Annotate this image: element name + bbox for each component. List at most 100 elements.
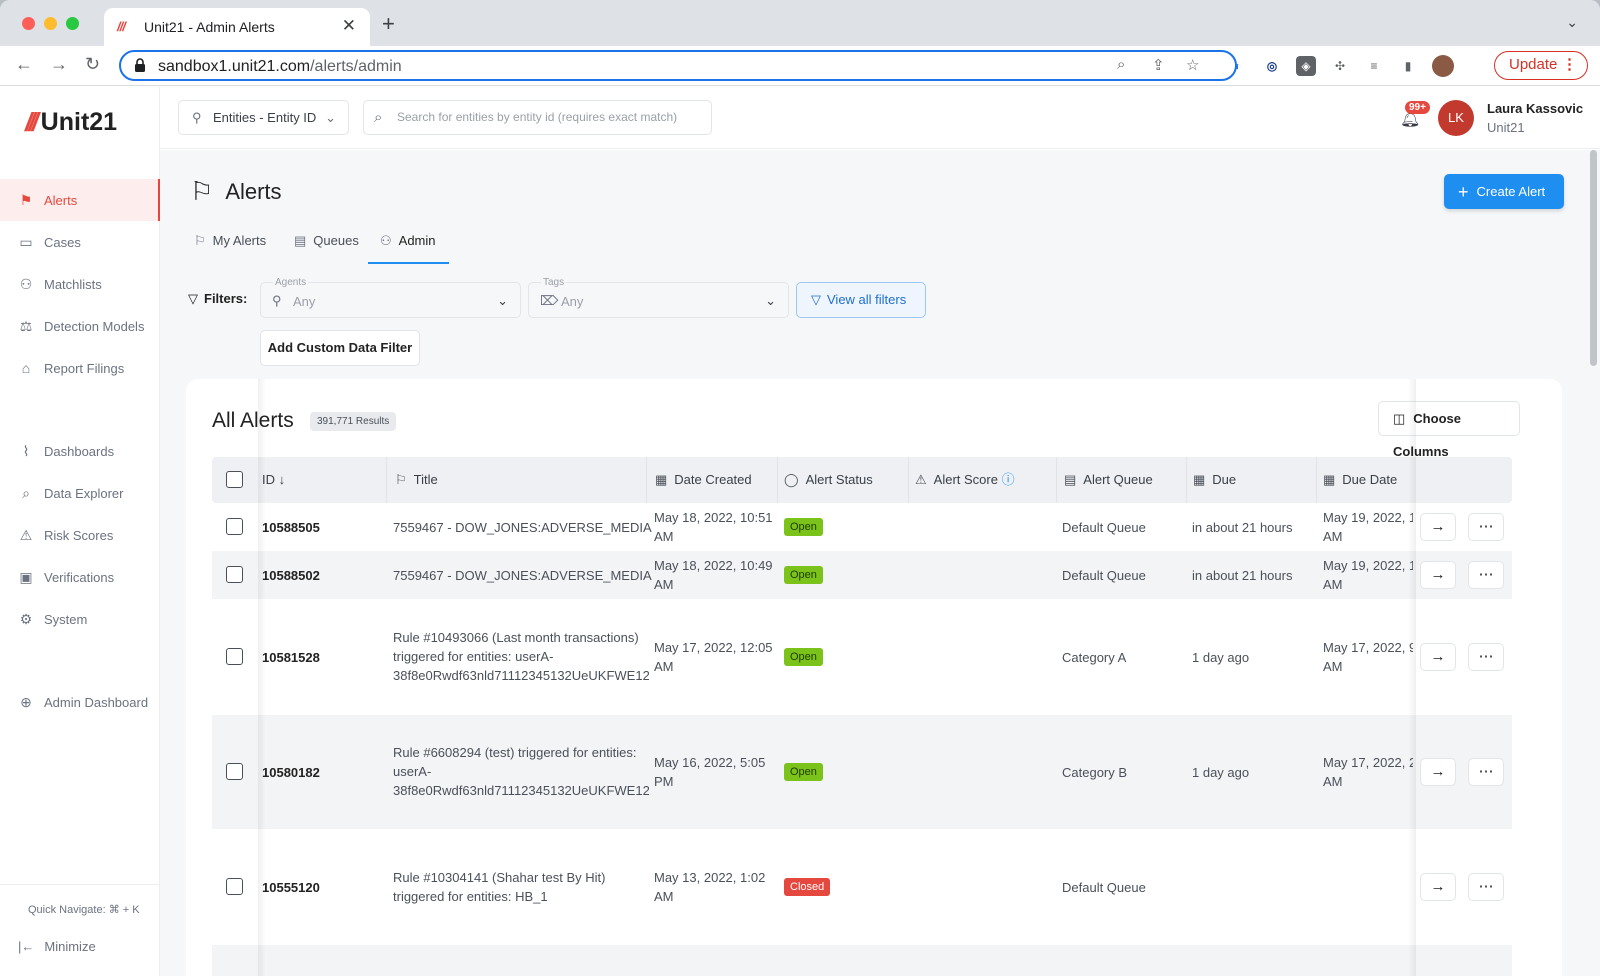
open-alert-arrow-button[interactable]: → xyxy=(1420,643,1456,671)
row-checkbox[interactable] xyxy=(226,648,243,665)
maximize-window-button[interactable] xyxy=(66,17,79,30)
create-alert-label: Create Alert xyxy=(1476,184,1546,199)
page-scrollbar[interactable] xyxy=(1586,150,1600,976)
alert-id[interactable]: 10588505 xyxy=(262,518,320,537)
alert-title[interactable]: Rule #6608294 (test) triggered for entit… xyxy=(393,743,649,800)
unit21-logo[interactable]: /// Unit21 xyxy=(25,107,117,137)
table-row[interactable] xyxy=(212,945,1512,976)
forward-arrow-icon[interactable]: → xyxy=(50,54,68,74)
sidebar-item-matchlists[interactable]: ⚇ Matchlists xyxy=(0,263,160,305)
column-header-due-date[interactable]: ▦ Due Date xyxy=(1323,457,1397,503)
column-header-alert-queue[interactable]: ▤ Alert Queue xyxy=(1064,457,1153,503)
new-tab-icon[interactable]: + xyxy=(382,13,395,35)
title-line: Rule #10493066 (Last month transactions) xyxy=(393,630,639,645)
due-date-line: AM xyxy=(1323,577,1343,592)
entity-search-input[interactable]: ⌕ Search for entities by entity id (requ… xyxy=(363,100,712,135)
due-date-line: May 19, 2022, 10: xyxy=(1323,510,1413,525)
back-arrow-icon[interactable]: ← xyxy=(15,54,33,74)
share-icon[interactable]: ⇪ xyxy=(1152,56,1165,74)
alert-queue: Default Queue xyxy=(1062,880,1146,895)
scrollbar-thumb[interactable] xyxy=(1590,150,1597,366)
sidebar-item-admin-dashboard[interactable]: ⊕ Admin Dashboard xyxy=(0,681,160,723)
gear-icon: ⚙ xyxy=(19,610,33,627)
close-window-button[interactable] xyxy=(22,17,35,30)
profile-avatar-icon[interactable] xyxy=(1432,55,1454,77)
minimize-window-button[interactable] xyxy=(44,17,57,30)
close-tab-icon[interactable]: ✕ xyxy=(342,16,356,36)
alert-id[interactable]: 10588502 xyxy=(262,566,320,585)
browser-tab[interactable]: /// Unit21 - Admin Alerts ✕ xyxy=(104,8,370,46)
zoom-icon[interactable]: ⌕ xyxy=(1117,56,1125,73)
row-checkbox[interactable] xyxy=(226,878,243,895)
add-custom-data-filter-button[interactable]: Add Custom Data Filter xyxy=(260,330,420,366)
sidebar-item-cases[interactable]: ▭ Cases xyxy=(0,221,160,263)
sort-down-icon: ↓ xyxy=(278,472,286,487)
tab-queues[interactable]: ▤ Queues xyxy=(294,226,359,264)
alert-title[interactable]: 7559467 - DOW_JONES:ADVERSE_MEDIA xyxy=(393,518,652,537)
open-alert-arrow-button[interactable]: → xyxy=(1420,758,1456,786)
alert-id[interactable]: 10581528 xyxy=(262,648,320,667)
bookmark-star-icon[interactable]: ☆ xyxy=(1186,56,1199,74)
extensions-puzzle-icon[interactable]: ✣ xyxy=(1330,56,1350,76)
column-header-alert-score[interactable]: ⚠ Alert Score ⓘ xyxy=(915,457,1015,503)
row-checkbox[interactable] xyxy=(226,763,243,780)
alert-title[interactable]: Rule #10493066 (Last month transactions)… xyxy=(393,628,649,685)
alert-title[interactable]: 7559467 - DOW_JONES:ADVERSE_MEDIA xyxy=(393,566,652,585)
column-header-title[interactable]: ⚐ Title xyxy=(395,457,438,503)
user-name: Laura Kassovic xyxy=(1487,101,1584,116)
create-alert-button[interactable]: + Create Alert xyxy=(1444,174,1564,209)
sidebar-item-report-filings[interactable]: ⌂ Report Filings xyxy=(0,347,160,389)
sidebar-item-system[interactable]: ⚙ System xyxy=(0,598,160,640)
more-actions-button[interactable]: ⋯ xyxy=(1468,643,1504,671)
circle-extension-icon[interactable]: ◎ xyxy=(1262,56,1282,76)
column-header-alert-status[interactable]: ◯ Alert Status xyxy=(784,457,873,503)
address-bar[interactable]: sandbox1.unit21.com/alerts/admin ⌕ ⇪ ☆ xyxy=(119,50,1237,81)
alert-id[interactable]: 10555120 xyxy=(262,878,320,897)
table-row[interactable]: 10580182 Rule #6608294 (test) triggered … xyxy=(212,715,1512,829)
media-control-icon[interactable]: ≡ xyxy=(1364,56,1384,76)
tab-search-chevron-icon[interactable]: ⌄ xyxy=(1566,14,1578,31)
row-checkbox[interactable] xyxy=(226,566,243,583)
choose-columns-button[interactable]: ◫ Choose Columns xyxy=(1378,401,1520,459)
column-header-date-created[interactable]: ▦ Date Created xyxy=(655,457,752,503)
tags-filter-select[interactable]: Tags ⌦ Any ⌄ xyxy=(528,277,789,318)
more-actions-button[interactable]: ⋯ xyxy=(1468,873,1504,901)
entity-type-select[interactable]: ⚲ Entities - Entity ID ⌄ xyxy=(178,100,349,135)
side-panel-icon[interactable]: ▮ xyxy=(1398,56,1418,76)
alert-title[interactable]: Rule #10304141 (Shahar test By Hit) trigg… xyxy=(393,868,649,906)
date-line: AM xyxy=(654,577,674,592)
minimize-sidebar-button[interactable]: |← Minimize xyxy=(18,939,96,954)
row-checkbox[interactable] xyxy=(226,518,243,535)
open-alert-arrow-button[interactable]: → xyxy=(1420,873,1456,901)
agents-filter-select[interactable]: Agents ⚲ Any ⌄ xyxy=(260,277,521,318)
password-extension-icon[interactable]: ◐ xyxy=(1228,56,1248,76)
bank-icon: ⌂ xyxy=(21,360,31,376)
avatar[interactable]: LK xyxy=(1438,100,1474,136)
reload-icon[interactable]: ↻ xyxy=(85,54,100,74)
more-actions-button[interactable]: ⋯ xyxy=(1468,561,1504,589)
tab-my-alerts[interactable]: ⚐ My Alerts xyxy=(194,226,266,264)
update-button[interactable]: Update ⋮ xyxy=(1494,51,1588,80)
open-alert-arrow-button[interactable]: → xyxy=(1420,561,1456,589)
open-alert-arrow-button[interactable]: → xyxy=(1420,513,1456,541)
more-actions-button[interactable]: ⋯ xyxy=(1468,758,1504,786)
sidebar-item-verifications[interactable]: ▣ Verifications xyxy=(0,556,160,598)
sidebar-item-data-explorer[interactable]: ⌕ Data Explorer xyxy=(0,472,160,514)
table-row[interactable]: 10555120 Rule #10304141 (Shahar test By … xyxy=(212,829,1512,945)
table-row[interactable]: 10588505 7559467 - DOW_JONES:ADVERSE_MED… xyxy=(212,503,1512,551)
view-all-filters-button[interactable]: ▽ View all filters xyxy=(796,282,926,318)
sidebar-item-risk-scores[interactable]: ⚠ Risk Scores xyxy=(0,514,160,556)
alert-id[interactable]: 10580182 xyxy=(262,763,320,782)
table-row[interactable]: 10588502 7559467 - DOW_JONES:ADVERSE_MED… xyxy=(212,551,1512,599)
sidebar-item-alerts[interactable]: ⚑ Alerts xyxy=(0,179,160,221)
tab-admin[interactable]: ⚇ Admin xyxy=(368,226,449,264)
more-actions-button[interactable]: ⋯ xyxy=(1468,513,1504,541)
column-header-due[interactable]: ▦ Due xyxy=(1193,457,1236,503)
help-circle-icon[interactable]: ⓘ xyxy=(1002,472,1015,487)
select-all-checkbox[interactable] xyxy=(226,471,243,488)
sidebar-item-label: Dashboards xyxy=(44,443,115,459)
sidebar-item-detection-models[interactable]: ⚖ Detection Models xyxy=(0,305,160,347)
tag-extension-icon[interactable]: ◈ xyxy=(1296,56,1316,76)
sidebar-item-dashboards[interactable]: ⌇ Dashboards xyxy=(0,430,160,472)
table-row[interactable]: 10581528 Rule #10493066 (Last month tran… xyxy=(212,599,1512,715)
